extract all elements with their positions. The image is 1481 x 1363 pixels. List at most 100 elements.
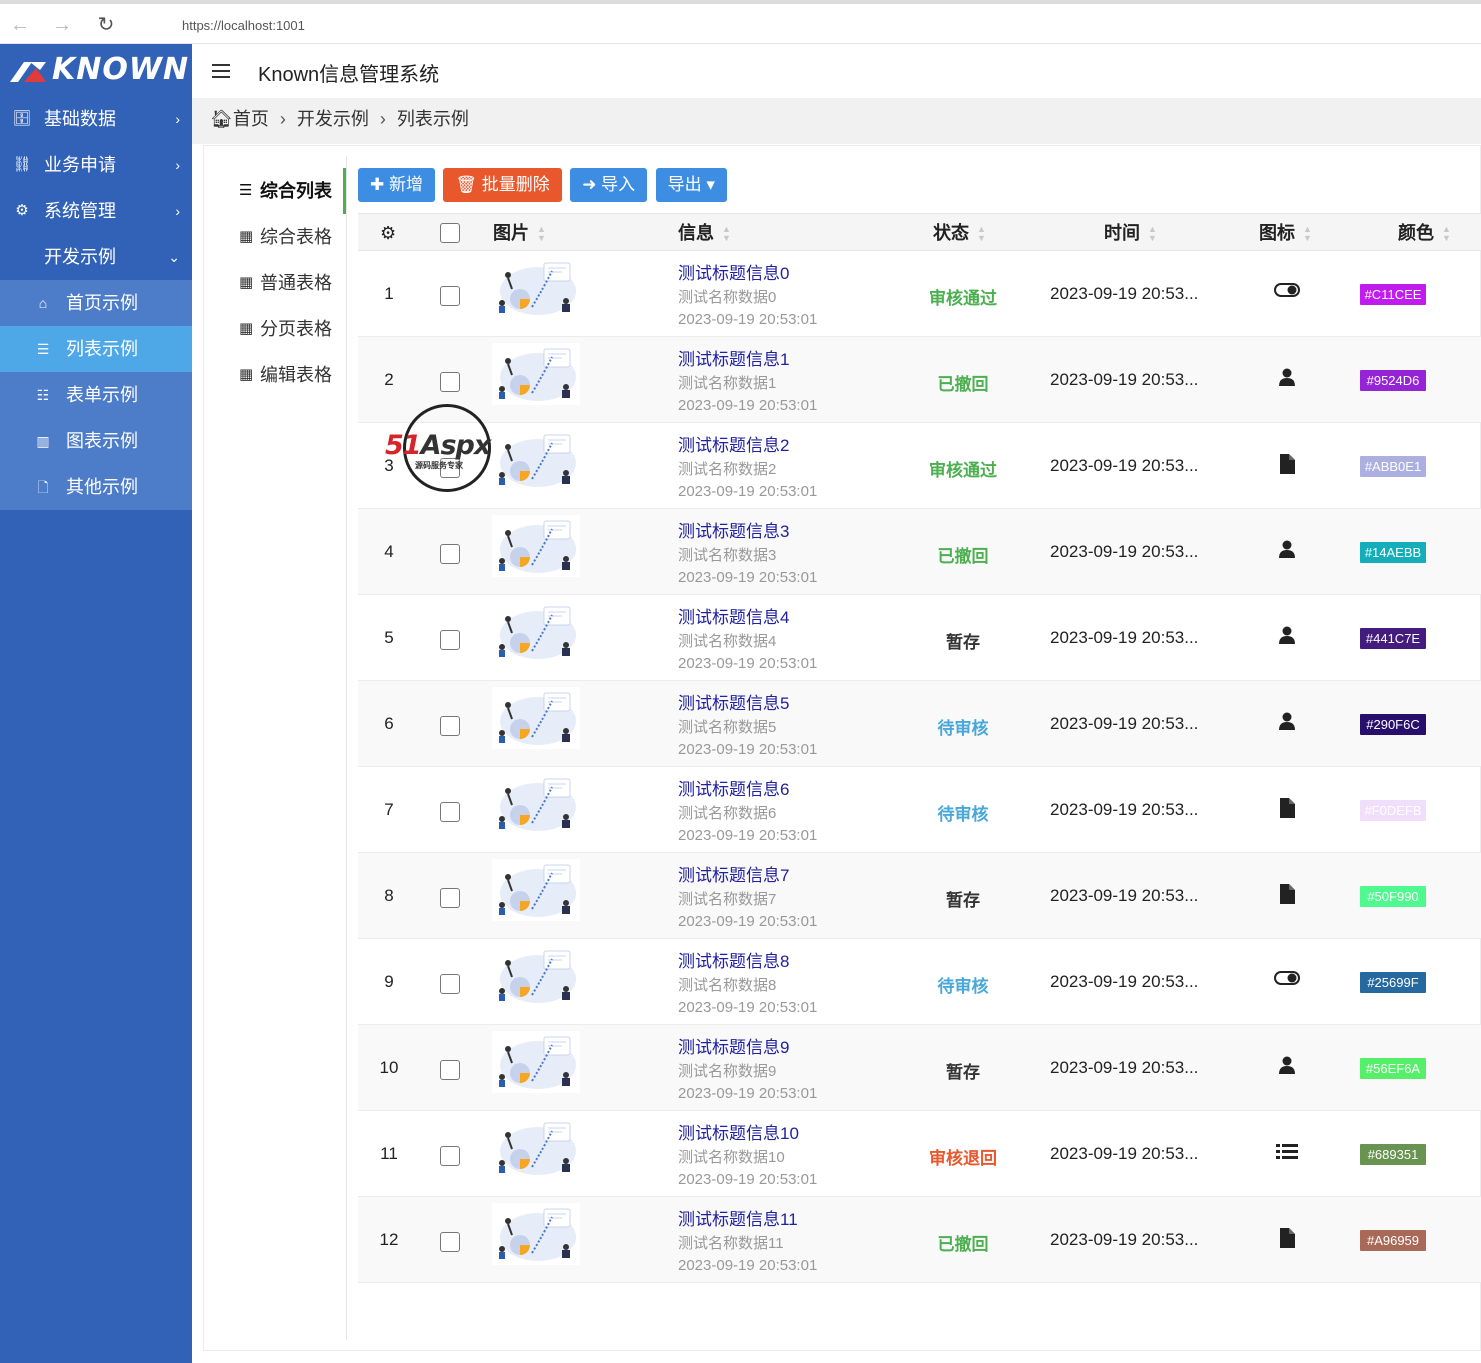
row-checkbox[interactable] [440,630,460,650]
column-info[interactable]: 信息 ▲ ▼ [678,214,731,252]
row-title-link[interactable]: 测试标题信息1 [678,345,789,370]
row-number: 12 [379,1230,399,1249]
back-icon[interactable]: ← [8,14,32,38]
column-icon[interactable]: 图标 ▲ ▼ [1259,214,1312,252]
row-thumbnail-image [492,773,580,835]
table-row[interactable]: 10 测试标题信息9 测试名称数据9 2023-09-19 20:53:01 暂存 202… [358,1025,1481,1111]
row-name: 测试名称数据9 [678,1063,777,1080]
row-checkbox[interactable] [440,1060,460,1080]
row-checkbox[interactable] [440,1146,460,1166]
row-checkbox[interactable] [440,802,460,822]
table-row[interactable]: 11 测试标题信息10 测试名称数据10 2023-09-19 20:53:01 审核退… [358,1111,1481,1197]
table-row[interactable]: 7 测试标题信息6 测试名称数据6 2023-09-19 20:53:01 待审核 202… [358,767,1481,853]
column-image[interactable]: 图片 ▲ ▼ [493,214,546,252]
row-time: 2023-09-19 20:53... [1050,1230,1199,1249]
row-number: 9 [384,972,394,991]
breadcrumb-item[interactable]: 开发示例 [297,109,369,129]
row-title-link[interactable]: 测试标题信息10 [678,1119,799,1144]
row-name: 测试名称数据6 [678,805,777,822]
row-time: 2023-09-19 20:53... [1050,370,1199,389]
row-title-link[interactable]: 测试标题信息3 [678,517,789,542]
settings-gear-icon[interactable]: ⚙ [380,214,396,252]
row-time: 2023-09-19 20:53... [1050,542,1199,561]
forward-icon[interactable]: → [50,14,74,38]
export-dropdown-button[interactable]: 导出 ▾ [655,168,727,202]
sidebar-item-label: 开发示例 [44,247,116,267]
row-title-link[interactable]: 测试标题信息4 [678,603,789,628]
table-row[interactable]: 1 测试标题信息0 测试名称数据0 2023-09-19 20:53:01 审核通过 20… [358,251,1481,337]
menu-toggle-icon[interactable] [212,64,230,78]
top-header: Known信息管理系统 [192,44,1481,98]
batch-delete-button[interactable]: 🗑︎ 批量删除 [443,168,562,202]
breadcrumb-item[interactable]: 首页 [233,109,269,129]
column-color[interactable]: 颜色 ▲ ▼ [1398,214,1451,252]
row-title-link[interactable]: 测试标题信息8 [678,947,789,972]
color-swatch: #14AEBB [1360,542,1426,563]
row-checkbox[interactable] [440,544,460,564]
tree-item-0[interactable]: ☰ 综合列表 [204,168,346,214]
sidebar-item-3[interactable]: 开发示例 ⌄ [0,234,192,280]
column-status[interactable]: 状态 ▲ ▼ [933,214,986,252]
import-button[interactable]: ➜ 导入 [570,168,648,202]
table-row[interactable]: 4 测试标题信息3 测试名称数据3 2023-09-19 20:53:01 已撤回 202… [358,509,1481,595]
row-title-link[interactable]: 测试标题信息0 [678,259,789,284]
user-icon [1274,625,1300,650]
tree-item-4[interactable]: ▦ 编辑表格 [204,352,346,398]
column-time[interactable]: 时间 ▲ ▼ [1104,214,1157,252]
chevron-right-icon: › [279,109,286,129]
plus-icon: ✚ [370,175,389,194]
submenu-dev-examples: ⌂ 首页示例 ☰ 列表示例 ☷ 表单示例 ▥ 图表示例 🗋︎ 其他示例 [0,280,192,510]
sidebar-subitem-4[interactable]: 🗋︎ 其他示例 [0,464,192,510]
row-checkbox[interactable] [440,372,460,392]
status-badge: 待审核 [937,719,989,738]
row-title-link[interactable]: 测试标题信息5 [678,689,789,714]
sidebar-subitem-1[interactable]: ☰ 列表示例 [0,326,192,372]
sidebar-subitem-2[interactable]: ☷ 表单示例 [0,372,192,418]
table-body: 1 测试标题信息0 测试名称数据0 2023-09-19 20:53:01 审核通过 20… [358,251,1481,1283]
logo-text: KNOWN [52,52,190,87]
color-swatch: #ABB0E1 [1360,456,1426,477]
row-number: 2 [384,370,394,389]
list-icon [1274,1141,1300,1166]
table-row[interactable]: 6 测试标题信息5 测试名称数据5 2023-09-19 20:53:01 待审核 202… [358,681,1481,767]
table-icon: ▦ [239,274,254,291]
file-icon [1274,797,1300,824]
tree-item-3[interactable]: ▦ 分页表格 [204,306,346,352]
address-bar[interactable]: https://localhost:1001 [134,10,1481,42]
sidebar-item-0[interactable]: 🗄︎ 基础数据 › [0,96,192,142]
tree-item-label: 分页表格 [260,319,332,339]
sidebar-item-2[interactable]: ⚙ 系统管理 › [0,188,192,234]
row-checkbox[interactable] [440,974,460,994]
tree-item-2[interactable]: ▦ 普通表格 [204,260,346,306]
table-row[interactable]: 3 测试标题信息2 测试名称数据2 2023-09-19 20:53:01 审核通过 20… [358,423,1481,509]
row-title-link[interactable]: 测试标题信息7 [678,861,789,886]
table-row[interactable]: 12 测试标题信息11 测试名称数据11 2023-09-19 20:53:01 已撤回… [358,1197,1481,1283]
color-swatch: #290F6C [1360,714,1426,735]
reload-icon[interactable]: ↻ [94,14,118,38]
sidebar-subitem-0[interactable]: ⌂ 首页示例 [0,280,192,326]
row-number: 7 [384,800,394,819]
sidebar-subitem-3[interactable]: ▥ 图表示例 [0,418,192,464]
sort-icon: ▲ ▼ [537,224,546,244]
status-badge: 已撤回 [937,547,989,566]
tree-item-1[interactable]: ▦ 综合表格 [204,214,346,260]
row-checkbox[interactable] [440,286,460,306]
tree-item-label: 综合列表 [260,181,332,201]
row-checkbox[interactable] [440,888,460,908]
row-title-link[interactable]: 测试标题信息9 [678,1033,789,1058]
row-checkbox[interactable] [440,716,460,736]
row-title-link[interactable]: 测试标题信息11 [678,1205,798,1230]
table-row[interactable]: 9 测试标题信息8 测试名称数据8 2023-09-19 20:53:01 待审核 202… [358,939,1481,1025]
add-button[interactable]: ✚ 新增 [358,168,435,202]
row-checkbox[interactable] [440,1232,460,1252]
table-row[interactable]: 8 测试标题信息7 测试名称数据7 2023-09-19 20:53:01 暂存 2023… [358,853,1481,939]
status-badge: 暂存 [946,891,980,910]
select-all-checkbox[interactable] [440,223,460,243]
sitemap-icon: ⛓︎ [12,156,32,173]
table-row[interactable]: 5 测试标题信息4 测试名称数据4 2023-09-19 20:53:01 暂存 2023… [358,595,1481,681]
row-name: 测试名称数据8 [678,977,777,994]
row-title-link[interactable]: 测试标题信息2 [678,431,789,456]
table-row[interactable]: 2 测试标题信息1 测试名称数据1 2023-09-19 20:53:01 已撤回 202… [358,337,1481,423]
sidebar-item-1[interactable]: ⛓︎ 业务申请 › [0,142,192,188]
row-title-link[interactable]: 测试标题信息6 [678,775,789,800]
